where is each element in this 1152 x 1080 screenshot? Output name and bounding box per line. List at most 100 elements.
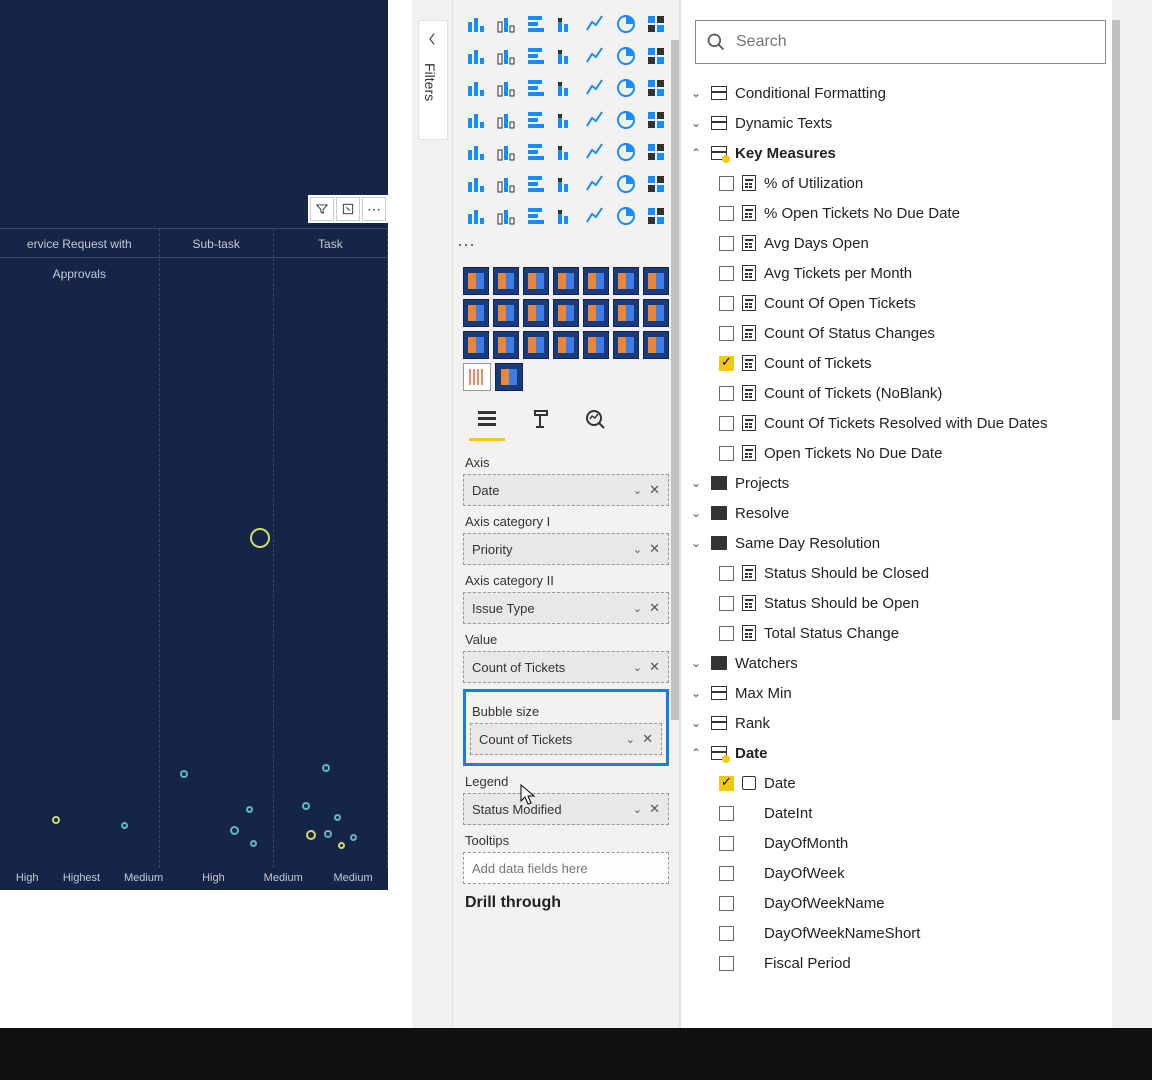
viz-type-icon[interactable] xyxy=(523,106,549,134)
table-projects[interactable]: ⌄Projects xyxy=(689,468,1112,498)
search-input[interactable] xyxy=(736,33,1095,51)
focus-mode-icon[interactable] xyxy=(336,197,360,221)
field-checkbox[interactable] xyxy=(719,836,734,851)
viz-type-icon[interactable] xyxy=(463,138,489,166)
field-item[interactable]: Avg Days Open xyxy=(689,228,1112,258)
custom-visual-icon[interactable] xyxy=(643,299,669,327)
custom-visual-icon[interactable] xyxy=(643,331,669,359)
custom-visual-icon[interactable] xyxy=(553,331,579,359)
field-checkbox[interactable] xyxy=(719,446,734,461)
viz-type-icon[interactable] xyxy=(583,42,609,70)
viz-type-icon[interactable] xyxy=(463,202,489,230)
remove-icon[interactable]: ✕ xyxy=(649,482,660,498)
viz-type-icon[interactable] xyxy=(613,74,639,102)
analytics-tab-icon[interactable] xyxy=(577,401,613,437)
well-tooltips[interactable]: Add data fields here xyxy=(463,852,669,884)
table-conditional-formatting[interactable]: ⌄Conditional Formatting xyxy=(689,78,1112,108)
viz-type-icon[interactable] xyxy=(613,202,639,230)
viz-scrollbar[interactable] xyxy=(671,0,679,1028)
custom-visual-icon[interactable] xyxy=(613,267,639,295)
table-resolve[interactable]: ⌄Resolve xyxy=(689,498,1112,528)
field-checkbox[interactable] xyxy=(719,956,734,971)
viz-type-icon[interactable] xyxy=(583,74,609,102)
filters-pane-collapsed[interactable]: Filters xyxy=(418,20,448,140)
field-checkbox[interactable] xyxy=(719,386,734,401)
viz-type-icon[interactable] xyxy=(523,74,549,102)
field-item[interactable]: DayOfMonth xyxy=(689,828,1112,858)
field-item[interactable]: Total Status Change xyxy=(689,618,1112,648)
custom-visual-icon[interactable] xyxy=(463,331,489,359)
viz-type-icon[interactable] xyxy=(613,10,639,38)
viz-type-icon[interactable] xyxy=(583,138,609,166)
viz-type-icon[interactable] xyxy=(583,170,609,198)
viz-type-icon[interactable] xyxy=(523,10,549,38)
chevron-down-icon[interactable]: ⌄ xyxy=(633,543,642,556)
viz-type-icon[interactable] xyxy=(523,202,549,230)
viz-type-icon[interactable] xyxy=(523,42,549,70)
viz-type-icon[interactable] xyxy=(493,10,519,38)
field-checkbox[interactable] xyxy=(719,806,734,821)
viz-type-icon[interactable] xyxy=(613,42,639,70)
viz-type-icon[interactable] xyxy=(643,138,669,166)
table-max-min[interactable]: ⌄Max Min xyxy=(689,678,1112,708)
field-item[interactable]: DayOfWeek xyxy=(689,858,1112,888)
field-item[interactable]: Count Of Open Tickets xyxy=(689,288,1112,318)
viz-type-icon[interactable] xyxy=(643,170,669,198)
viz-type-icon[interactable] xyxy=(553,74,579,102)
viz-type-icon[interactable] xyxy=(523,170,549,198)
field-item[interactable]: DateInt xyxy=(689,798,1112,828)
field-checkbox[interactable] xyxy=(719,626,734,641)
chevron-down-icon[interactable]: ⌄ xyxy=(633,661,642,674)
table-key-measures[interactable]: ⌃Key Measures xyxy=(689,138,1112,168)
custom-visual-icon[interactable] xyxy=(493,299,519,327)
table-date[interactable]: ⌃Date xyxy=(689,738,1112,768)
chevron-down-icon[interactable]: ⌄ xyxy=(633,484,642,497)
viz-type-icon[interactable] xyxy=(463,170,489,198)
custom-visual-icon[interactable] xyxy=(493,331,519,359)
viz-type-icon[interactable] xyxy=(553,170,579,198)
custom-visual-icon[interactable] xyxy=(553,299,579,327)
well-value[interactable]: Count of Tickets⌄✕ xyxy=(463,651,669,683)
custom-visual-icon[interactable] xyxy=(463,299,489,327)
field-checkbox[interactable] xyxy=(719,566,734,581)
custom-visual-icon[interactable] xyxy=(583,267,609,295)
viz-type-icon[interactable] xyxy=(613,106,639,134)
field-checkbox[interactable] xyxy=(719,596,734,611)
table-rank[interactable]: ⌄Rank xyxy=(689,708,1112,738)
field-item[interactable]: Count of Tickets xyxy=(689,348,1112,378)
well-legend[interactable]: Status Modified⌄✕ xyxy=(463,793,669,825)
custom-visual-icon[interactable] xyxy=(583,331,609,359)
custom-visual-icon[interactable] xyxy=(463,363,491,391)
custom-visual-icon[interactable] xyxy=(523,331,549,359)
table-same-day[interactable]: ⌄Same Day Resolution xyxy=(689,528,1112,558)
fields-search[interactable] xyxy=(695,20,1106,64)
fields-tab-icon[interactable] xyxy=(469,401,505,437)
field-checkbox[interactable] xyxy=(719,326,734,341)
dot-plot-visual[interactable]: ⋯ ervice Request with Approvals Sub-task… xyxy=(0,0,388,890)
viz-type-icon[interactable] xyxy=(553,202,579,230)
viz-type-icon[interactable] xyxy=(493,202,519,230)
field-checkbox[interactable] xyxy=(719,236,734,251)
remove-icon[interactable]: ✕ xyxy=(649,659,660,675)
format-tab-icon[interactable] xyxy=(523,401,559,437)
field-checkbox[interactable] xyxy=(719,866,734,881)
viz-type-icon[interactable] xyxy=(463,10,489,38)
viz-type-icon[interactable] xyxy=(643,106,669,134)
chevron-down-icon[interactable]: ⌄ xyxy=(633,602,642,615)
field-item[interactable]: Count of Tickets (NoBlank) xyxy=(689,378,1112,408)
remove-icon[interactable]: ✕ xyxy=(649,801,660,817)
viz-type-icon[interactable] xyxy=(583,10,609,38)
field-checkbox[interactable] xyxy=(719,266,734,281)
custom-visual-icon[interactable] xyxy=(553,267,579,295)
gallery-more-icon[interactable]: ··· xyxy=(453,234,679,255)
field-item[interactable]: DayOfWeekName xyxy=(689,888,1112,918)
viz-type-icon[interactable] xyxy=(463,106,489,134)
viz-type-icon[interactable] xyxy=(643,74,669,102)
viz-type-icon[interactable] xyxy=(583,106,609,134)
more-options-icon[interactable]: ⋯ xyxy=(362,197,386,221)
viz-type-icon[interactable] xyxy=(493,74,519,102)
viz-type-icon[interactable] xyxy=(493,170,519,198)
remove-icon[interactable]: ✕ xyxy=(642,731,653,747)
well-bubble-size[interactable]: Count of Tickets⌄✕ xyxy=(470,723,662,755)
field-item[interactable]: % Open Tickets No Due Date xyxy=(689,198,1112,228)
